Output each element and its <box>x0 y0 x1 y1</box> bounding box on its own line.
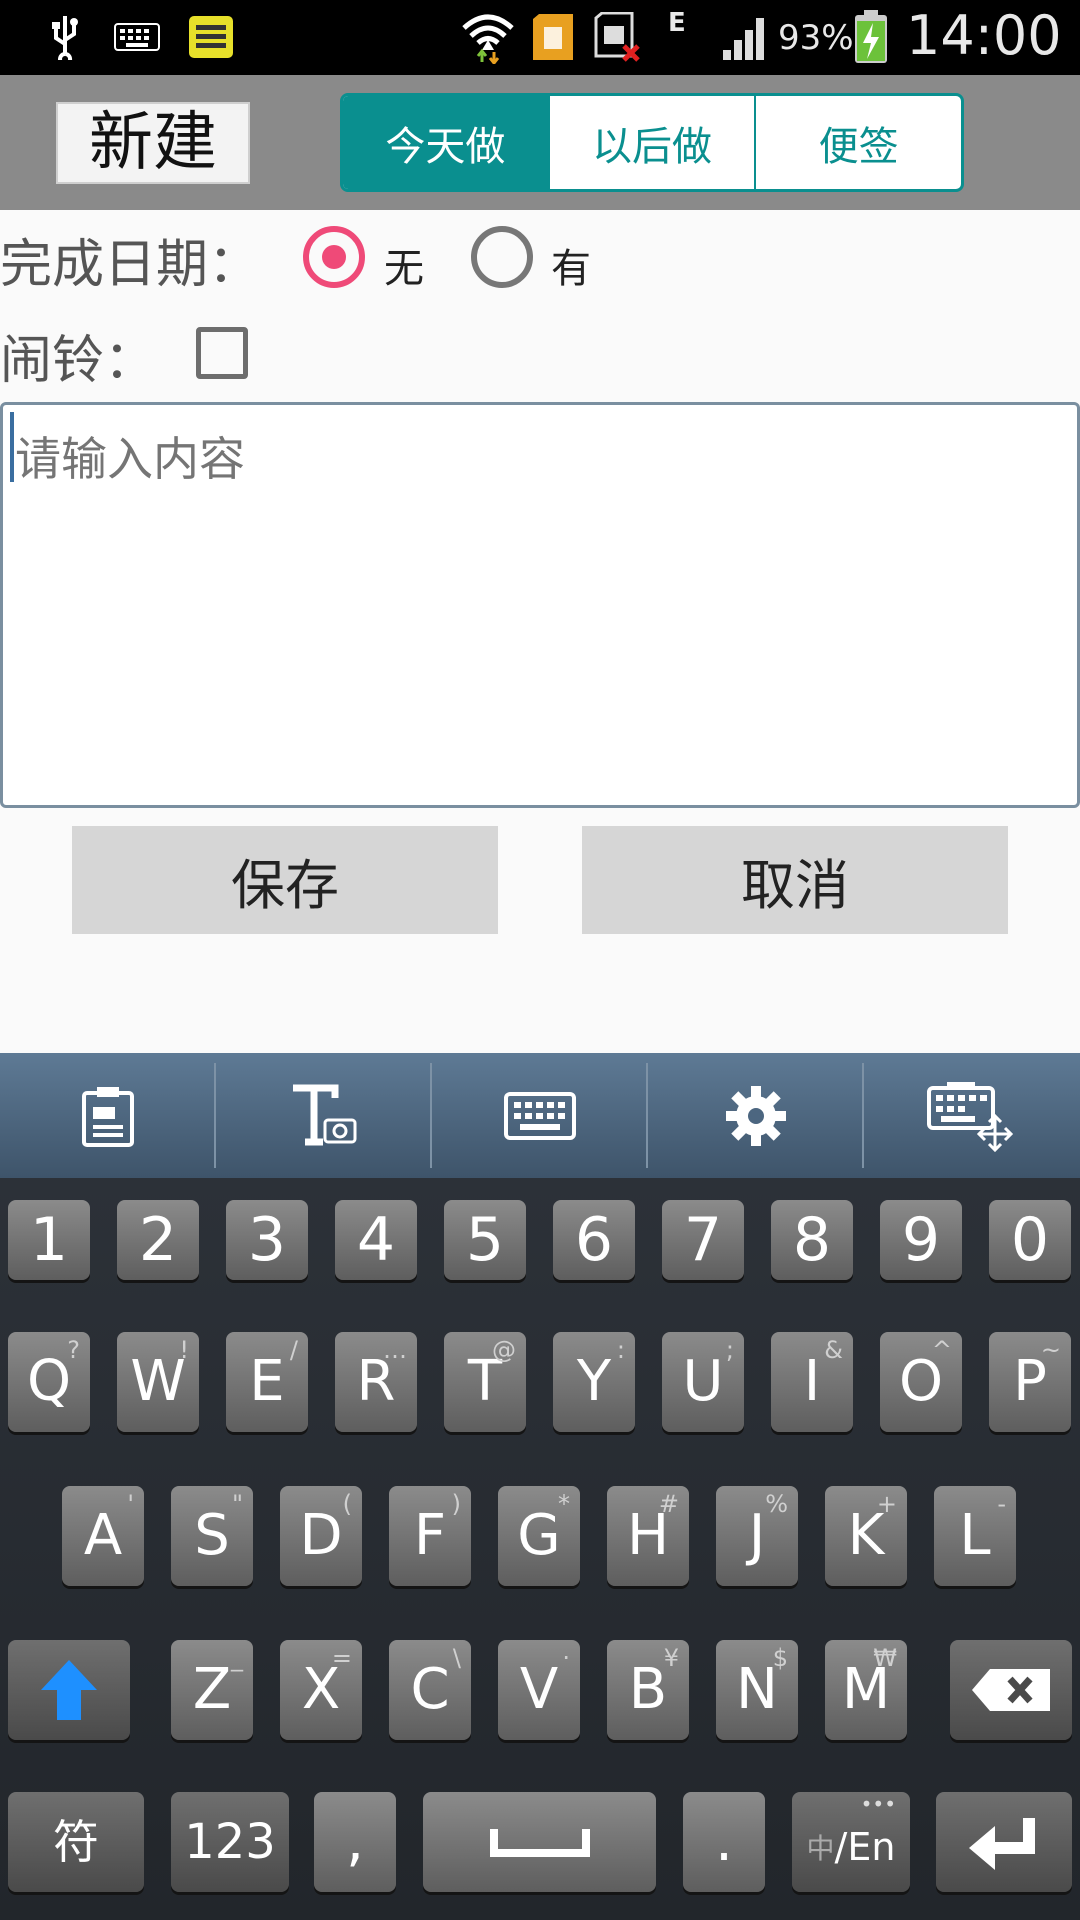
key-q[interactable]: ? Q <box>8 1332 90 1432</box>
key-o[interactable]: ^ O <box>880 1332 962 1432</box>
due-none-label: 无 <box>384 246 424 292</box>
due-has-radio[interactable] <box>471 226 533 288</box>
key-r[interactable]: … R <box>335 1332 417 1432</box>
key-j[interactable]: % J <box>716 1486 798 1586</box>
key-4[interactable]: 4 <box>335 1200 417 1280</box>
key-w[interactable]: ! W <box>117 1332 199 1432</box>
period-key[interactable]: . <box>683 1792 765 1892</box>
tab-later[interactable]: 以后做 <box>547 96 755 189</box>
key-p[interactable]: ~ P <box>989 1332 1071 1432</box>
notes-app-icon <box>186 12 236 62</box>
key-u[interactable]: ; U <box>662 1332 744 1432</box>
key-k[interactable]: + K <box>825 1486 907 1586</box>
tab-notes[interactable]: 便签 <box>754 96 961 189</box>
symbol-key[interactable]: 符 <box>8 1792 144 1892</box>
new-button[interactable]: 新建 <box>56 102 250 184</box>
key-n[interactable]: $ N <box>716 1640 798 1740</box>
wifi-icon <box>458 12 518 64</box>
status-bar: E 93% 14:00 <box>0 0 1080 75</box>
key-b[interactable]: ¥ B <box>607 1640 689 1740</box>
key-9[interactable]: 9 <box>880 1200 962 1280</box>
key-6[interactable]: 6 <box>553 1200 635 1280</box>
network-type-label: E <box>668 8 686 38</box>
key-1[interactable]: 1 <box>8 1200 90 1280</box>
key-z[interactable]: _ Z <box>171 1640 253 1740</box>
key-2[interactable]: 2 <box>117 1200 199 1280</box>
key-f[interactable]: ) F <box>389 1486 471 1586</box>
key-5[interactable]: 5 <box>444 1200 526 1280</box>
sd-card-error-icon <box>592 12 644 62</box>
battery-percent: 93% <box>778 18 854 58</box>
comma-key[interactable]: , <box>314 1792 396 1892</box>
keyboard-move-icon[interactable] <box>864 1053 1080 1178</box>
due-has-label: 有 <box>551 246 591 292</box>
language-key-en: /En <box>834 1825 896 1869</box>
save-button[interactable]: 保存 <box>72 826 498 934</box>
keyboard-icon[interactable] <box>432 1053 648 1178</box>
signal-icon <box>720 12 772 62</box>
settings-gear-icon[interactable] <box>648 1053 864 1178</box>
language-key-zh: 中 <box>806 1832 835 1865</box>
key-a[interactable]: ' A <box>62 1486 144 1586</box>
key-e[interactable]: / E <box>226 1332 308 1432</box>
key-7[interactable]: 7 <box>662 1200 744 1280</box>
soft-keyboard: 1 2 3 4 5 6 7 8 9 0 ? Q ! W / E … R @ T :Y ; U… <box>0 1178 1080 1920</box>
key-x[interactable]: = X <box>280 1640 362 1740</box>
handwriting-text-icon[interactable] <box>216 1053 432 1178</box>
key-g[interactable]: * G <box>498 1486 580 1586</box>
usb-icon <box>40 12 90 62</box>
shift-arrow-icon <box>41 1660 97 1720</box>
key-v[interactable]: · V <box>498 1640 580 1740</box>
number-mode-key[interactable]: 123 <box>171 1792 289 1892</box>
key-i[interactable]: & I <box>771 1332 853 1432</box>
key-y[interactable]: :Y <box>553 1332 635 1432</box>
shift-key[interactable] <box>8 1640 130 1740</box>
language-switch-key[interactable]: ••• 中 /En <box>792 1792 910 1892</box>
key-d[interactable]: (D <box>280 1486 362 1586</box>
key-t[interactable]: @ T <box>444 1332 526 1432</box>
key-m[interactable]: ₩ M <box>825 1640 907 1740</box>
content-input[interactable] <box>0 402 1080 808</box>
space-bar-icon <box>489 1829 590 1857</box>
clock: 14:00 <box>906 4 1062 67</box>
key-h[interactable]: # H <box>607 1486 689 1586</box>
language-key-dots: ••• <box>860 1792 896 1816</box>
sim-card-icon <box>528 12 578 62</box>
enter-icon <box>969 1818 1035 1870</box>
key-0[interactable]: 0 <box>989 1200 1071 1280</box>
backspace-key[interactable] <box>950 1640 1072 1740</box>
text-cursor <box>10 412 14 482</box>
alarm-label: 闹铃： <box>0 331 157 391</box>
key-l[interactable]: -L <box>934 1486 1016 1586</box>
category-tabs: 今天做 以后做 便签 <box>340 93 964 192</box>
cancel-button[interactable]: 取消 <box>582 826 1008 934</box>
backspace-icon <box>972 1669 1050 1711</box>
key-c[interactable]: \ C <box>389 1640 471 1740</box>
clipboard-icon[interactable] <box>0 1053 216 1178</box>
due-date-label: 完成日期： <box>0 235 261 295</box>
tab-today[interactable]: 今天做 <box>343 96 548 189</box>
key-s[interactable]: " S <box>171 1486 253 1586</box>
key-8[interactable]: 8 <box>771 1200 853 1280</box>
space-key[interactable] <box>423 1792 656 1892</box>
enter-key[interactable] <box>936 1792 1072 1892</box>
due-none-radio[interactable] <box>303 226 365 288</box>
battery-charging-icon <box>850 10 892 63</box>
keyboard-icon <box>112 12 162 62</box>
alarm-checkbox[interactable] <box>196 327 248 379</box>
keyboard-toolbar <box>0 1053 1080 1178</box>
key-3[interactable]: 3 <box>226 1200 308 1280</box>
